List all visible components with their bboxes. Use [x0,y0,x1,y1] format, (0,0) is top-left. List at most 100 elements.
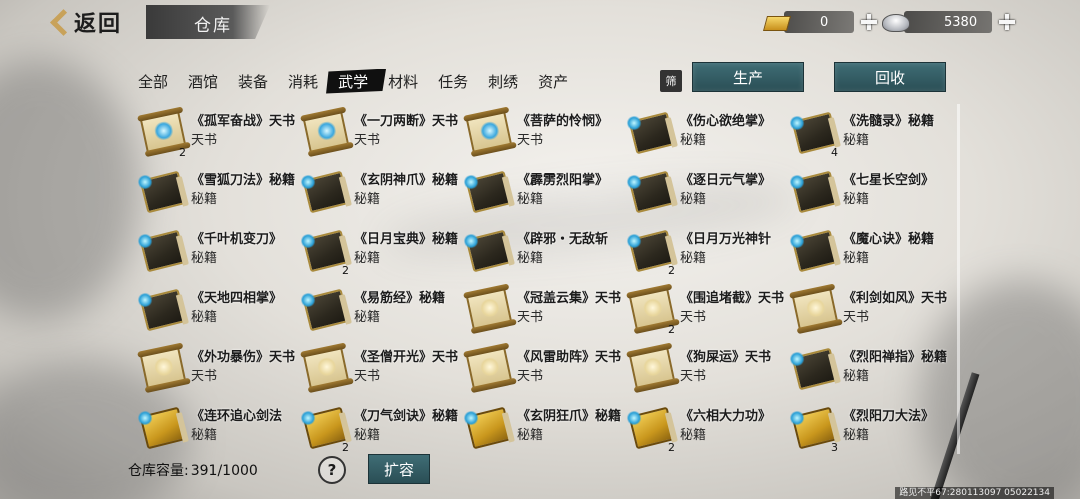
tab-equipment[interactable]: 装备 [238,71,268,92]
item-name: 《烈阳刀大法》 [843,409,935,424]
item-name: 《伤心欲绝掌》 [680,114,772,129]
item-type: 秘籍 [843,428,870,443]
item-type: 秘籍 [680,133,707,148]
item-count: 2 [179,146,186,159]
inventory-item[interactable]: 《逐日元气掌》 秘籍 [624,163,786,221]
silver-amount: 5380 [944,14,978,30]
gold-amount-bar: 0 [784,11,854,33]
item-name: 《日月万光神针 [680,232,772,247]
tab-tavern[interactable]: 酒馆 [188,71,218,92]
capacity-label: 仓库容量: [128,463,189,479]
inventory-item[interactable]: 《七星长空剑》 秘籍 [787,163,949,221]
item-type: 秘籍 [191,251,218,266]
tab-all[interactable]: 全部 [138,71,168,92]
inventory-item[interactable]: 《烈阳禅指》秘籍 秘籍 [787,340,949,398]
item-name: 《风雷助阵》天书 [517,350,622,365]
silver-ingot-icon [880,10,910,34]
item-type: 秘籍 [191,428,218,443]
scroll-icon [300,342,352,394]
item-name: 《菩萨的怜悯》 [517,114,609,129]
item-name: 《孤军奋战》天书 [191,114,296,129]
help-question-icon[interactable]: ? [318,456,346,484]
inventory-item[interactable]: 《玄阴狂爪》秘籍 秘籍 [461,399,623,454]
expand-button[interactable]: 扩容 [368,454,430,484]
version-info: 路见不平67:280113097 05022134 [895,487,1054,499]
item-name: 《冠盖云集》天书 [517,291,622,306]
item-count: 2 [668,441,675,454]
inventory-item[interactable]: 《利剑如风》天书 天书 [787,281,949,339]
tab-quests[interactable]: 任务 [438,71,468,92]
scroll-icon [300,106,352,158]
inventory-item[interactable]: 《天地四相掌》 秘籍 [135,281,297,339]
inventory-item[interactable]: 2 《六相大力功》 秘籍 [624,399,786,454]
inventory-item[interactable]: 2 《日月万光神针 秘籍 [624,222,786,280]
inventory-item[interactable]: 《风雷助阵》天书 天书 [461,340,623,398]
grid-scrollbar[interactable] [957,104,960,454]
inventory-item[interactable]: 2 《孤军奋战》天书 天书 [135,104,297,162]
tab-martial-arts[interactable]: 武学 [330,71,376,92]
item-name: 《围追堵截》天书 [680,291,785,306]
inventory-item[interactable]: 《一刀两断》天书 天书 [298,104,460,162]
item-name: 《魔心诀》秘籍 [843,232,935,247]
inventory-item[interactable]: 《圣僧开光》天书 天书 [298,340,460,398]
book-icon [136,401,189,453]
inventory-item[interactable]: 2 《刀气剑诀》秘籍 秘籍 [298,399,460,454]
back-label: 返回 [74,12,123,37]
produce-button[interactable]: 生产 [692,62,804,92]
inventory-item[interactable]: 《狗屎运》天书 天书 [624,340,786,398]
inventory-item[interactable]: 《魔心诀》秘籍 秘籍 [787,222,949,280]
filter-icon[interactable]: 筛 [660,70,682,92]
item-type: 秘籍 [517,428,544,443]
item-type: 天书 [517,310,544,325]
book-icon [788,342,841,394]
book-icon [136,224,189,276]
inventory-item[interactable]: 《玄阴神爪》秘籍 秘籍 [298,163,460,221]
item-name: 《易筋经》秘籍 [354,291,446,306]
item-name: 《玄阴神爪》秘籍 [354,173,459,188]
item-name: 《利剑如风》天书 [843,291,948,306]
category-tabs: 全部 酒馆 装备 消耗 武学 材料 任务 刺绣 资产 [138,70,588,92]
book-icon [625,106,678,158]
inventory-item[interactable]: 《外功暴伤》天书 天书 [135,340,297,398]
inventory-item[interactable]: 2 《围追堵截》天书 天书 [624,281,786,339]
tab-consumables[interactable]: 消耗 [288,71,318,92]
tab-assets[interactable]: 资产 [538,71,568,92]
back-button[interactable]: 返回 [46,6,122,38]
inventory-item[interactable]: 《易筋经》秘籍 秘籍 [298,281,460,339]
tab-embroidery[interactable]: 刺绣 [488,71,518,92]
recycle-button[interactable]: 回收 [834,62,946,92]
item-name: 《洗髓录》秘籍 [843,114,935,129]
item-type: 秘籍 [354,428,381,443]
capacity-info: 仓库容量: 391/1000 [128,460,258,480]
inventory-item[interactable]: 3 《烈阳刀大法》 秘籍 [787,399,949,454]
add-gold-plus-icon[interactable] [860,13,878,31]
item-type: 秘籍 [517,251,544,266]
item-name: 《外功暴伤》天书 [191,350,296,365]
item-name: 《六相大力功》 [680,409,772,424]
inventory-item[interactable]: 《千叶机变刀》 秘籍 [135,222,297,280]
ink-wash-decoration [0,60,140,320]
item-name: 《烈阳禅指》秘籍 [843,350,948,365]
inventory-item[interactable]: 《霹雳烈阳掌》 秘籍 [461,163,623,221]
inventory-item[interactable]: 《菩萨的怜悯》 天书 [461,104,623,162]
tab-materials[interactable]: 材料 [388,71,418,92]
item-name: 《霹雳烈阳掌》 [517,173,609,188]
item-name: 《一刀两断》天书 [354,114,459,129]
item-name: 《圣僧开光》天书 [354,350,459,365]
item-name: 《千叶机变刀》 [191,232,283,247]
gold-currency: 0 [762,8,878,36]
inventory-item[interactable]: 《连环追心剑法 秘籍 [135,399,297,454]
add-silver-plus-icon[interactable] [998,13,1016,31]
inventory-item[interactable]: 《伤心欲绝掌》 秘籍 [624,104,786,162]
item-type: 秘籍 [354,251,381,266]
inventory-item[interactable]: 《冠盖云集》天书 天书 [461,281,623,339]
inventory-item[interactable]: 2 《日月宝典》秘籍 秘籍 [298,222,460,280]
scroll-icon [137,342,189,394]
inventory-item[interactable]: 4 《洗髓录》秘籍 秘籍 [787,104,949,162]
item-name: 《逐日元气掌》 [680,173,772,188]
item-type: 秘籍 [843,192,870,207]
inventory-item[interactable]: 《辟邪・无敌斩 秘籍 [461,222,623,280]
book-icon [462,401,515,453]
item-count: 2 [668,323,675,336]
inventory-item[interactable]: 《雪狐刀法》秘籍 秘籍 [135,163,297,221]
